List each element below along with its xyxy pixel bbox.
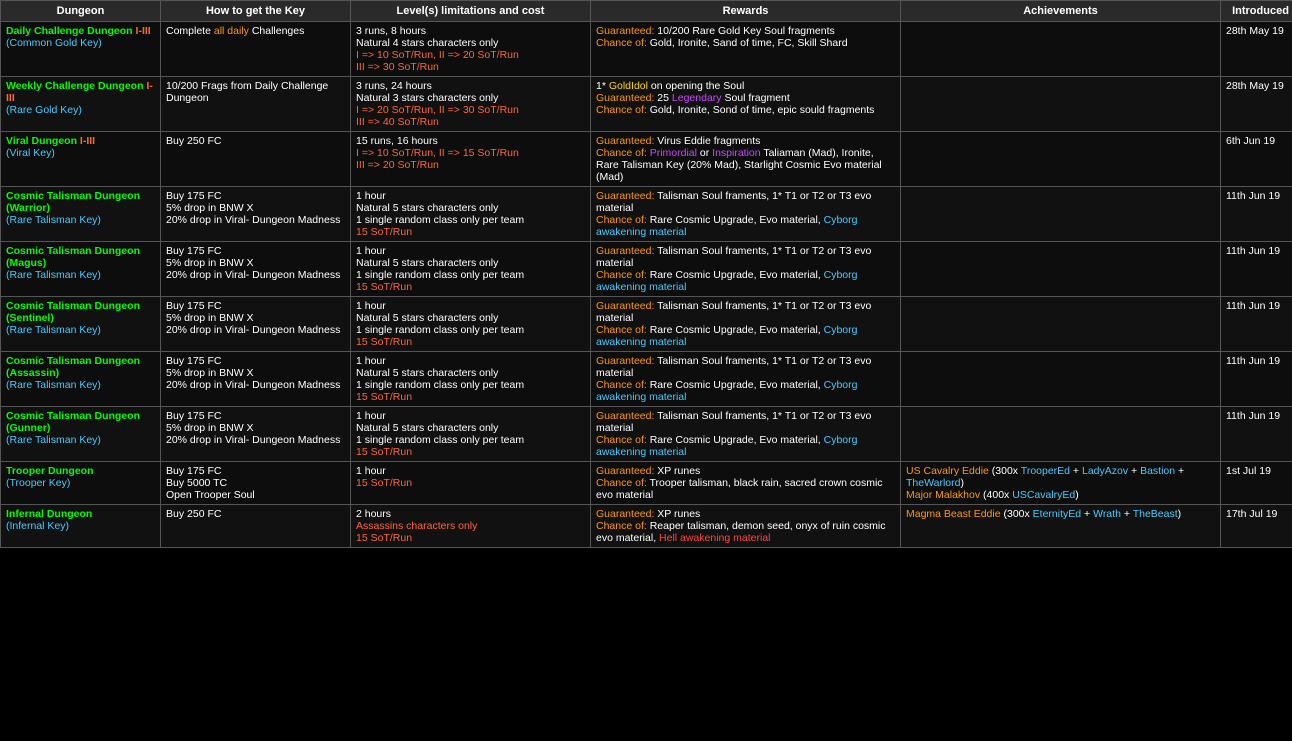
header-key: How to get the Key [161,1,351,22]
how-to-get-cell: 10/200 Frags from Daily Challenge Dungeo… [161,77,351,132]
table-row: Viral Dungeon I-III(Viral Key)Buy 250 FC… [1,132,1292,187]
header-achievements: Achievements [901,1,1221,22]
how-to-get-cell: Buy 175 FC5% drop in BNW X20% drop in Vi… [161,187,351,242]
introduced-cell: 28th May 19 [1221,77,1292,132]
how-to-get-cell: Buy 250 FC [161,132,351,187]
header-introduced: Introduced [1221,1,1292,22]
table-row: Weekly Challenge Dungeon I-III(Rare Gold… [1,77,1292,132]
dungeon-cell: Cosmic Talisman Dungeon (Warrior)(Rare T… [1,187,161,242]
how-to-get-cell: Buy 175 FC5% drop in BNW X20% drop in Vi… [161,297,351,352]
introduced-cell: 11th Jun 19 [1221,352,1292,407]
rewards-cell: Guaranteed: XP runesChance of: Reaper ta… [591,505,901,548]
dungeon-cell: Trooper Dungeon(Trooper Key) [1,462,161,505]
achievements-cell [901,407,1221,462]
rewards-cell: Guaranteed: Talisman Soul framents, 1* T… [591,407,901,462]
dungeon-table: Dungeon How to get the Key Level(s) limi… [0,0,1292,548]
table-row: Cosmic Talisman Dungeon (Gunner)(Rare Ta… [1,407,1292,462]
achievements-cell [901,132,1221,187]
dungeon-cell: Cosmic Talisman Dungeon (Assassin)(Rare … [1,352,161,407]
dungeon-cell: Viral Dungeon I-III(Viral Key) [1,132,161,187]
table-row: Trooper Dungeon(Trooper Key)Buy 175 FCBu… [1,462,1292,505]
introduced-cell: 11th Jun 19 [1221,187,1292,242]
levels-cell: 1 hourNatural 5 stars characters only1 s… [351,242,591,297]
rewards-cell: Guaranteed: Virus Eddie fragmentsChance … [591,132,901,187]
achievements-cell [901,187,1221,242]
rewards-cell: Guaranteed: Talisman Soul framents, 1* T… [591,187,901,242]
dungeon-cell: Weekly Challenge Dungeon I-III(Rare Gold… [1,77,161,132]
levels-cell: 1 hourNatural 5 stars characters only1 s… [351,407,591,462]
how-to-get-cell: Complete all daily Challenges [161,22,351,77]
levels-cell: 1 hourNatural 5 stars characters only1 s… [351,352,591,407]
how-to-get-cell: Buy 175 FC5% drop in BNW X20% drop in Vi… [161,407,351,462]
achievements-cell [901,242,1221,297]
dungeon-cell: Cosmic Talisman Dungeon (Magus)(Rare Tal… [1,242,161,297]
rewards-cell: Guaranteed: Talisman Soul framents, 1* T… [591,242,901,297]
introduced-cell: 11th Jun 19 [1221,407,1292,462]
header-levels: Level(s) limitations and cost [351,1,591,22]
levels-cell: 3 runs, 24 hoursNatural 3 stars characte… [351,77,591,132]
introduced-cell: 28th May 19 [1221,22,1292,77]
introduced-cell: 17th Jul 19 [1221,505,1292,548]
how-to-get-cell: Buy 175 FC5% drop in BNW X20% drop in Vi… [161,242,351,297]
introduced-cell: 6th Jun 19 [1221,132,1292,187]
dungeon-cell: Cosmic Talisman Dungeon (Gunner)(Rare Ta… [1,407,161,462]
how-to-get-cell: Buy 175 FCBuy 5000 TCOpen Trooper Soul [161,462,351,505]
how-to-get-cell: Buy 175 FC5% drop in BNW X20% drop in Vi… [161,352,351,407]
dungeon-cell: Daily Challenge Dungeon I-III(Common Gol… [1,22,161,77]
rewards-cell: Guaranteed: XP runesChance of: Trooper t… [591,462,901,505]
achievements-cell: Magma Beast Eddie (300x EternityEd + Wra… [901,505,1221,548]
introduced-cell: 11th Jun 19 [1221,297,1292,352]
rewards-cell: Guaranteed: Talisman Soul framents, 1* T… [591,297,901,352]
levels-cell: 1 hourNatural 5 stars characters only1 s… [351,297,591,352]
header-rewards: Rewards [591,1,901,22]
achievements-cell [901,297,1221,352]
achievements-cell: US Cavalry Eddie (300x TrooperEd + LadyA… [901,462,1221,505]
achievements-cell [901,352,1221,407]
rewards-cell: Guaranteed: Talisman Soul framents, 1* T… [591,352,901,407]
table-row: Daily Challenge Dungeon I-III(Common Gol… [1,22,1292,77]
introduced-cell: 11th Jun 19 [1221,242,1292,297]
achievements-cell [901,77,1221,132]
how-to-get-cell: Buy 250 FC [161,505,351,548]
dungeon-cell: Infernal Dungeon(Infernal Key) [1,505,161,548]
table-row: Cosmic Talisman Dungeon (Magus)(Rare Tal… [1,242,1292,297]
dungeon-cell: Cosmic Talisman Dungeon (Sentinel)(Rare … [1,297,161,352]
header-dungeon: Dungeon [1,1,161,22]
levels-cell: 15 runs, 16 hoursI => 10 SoT/Run, II => … [351,132,591,187]
table-row: Cosmic Talisman Dungeon (Warrior)(Rare T… [1,187,1292,242]
table-row: Cosmic Talisman Dungeon (Assassin)(Rare … [1,352,1292,407]
table-row: Cosmic Talisman Dungeon (Sentinel)(Rare … [1,297,1292,352]
levels-cell: 2 hoursAssassins characters only15 SoT/R… [351,505,591,548]
rewards-cell: Guaranteed: 10/200 Rare Gold Key Soul fr… [591,22,901,77]
table-row: Infernal Dungeon(Infernal Key)Buy 250 FC… [1,505,1292,548]
introduced-cell: 1st Jul 19 [1221,462,1292,505]
levels-cell: 1 hourNatural 5 stars characters only1 s… [351,187,591,242]
rewards-cell: 1* GoldIdol on opening the SoulGuarantee… [591,77,901,132]
achievements-cell [901,22,1221,77]
levels-cell: 3 runs, 8 hoursNatural 4 stars character… [351,22,591,77]
levels-cell: 1 hour15 SoT/Run [351,462,591,505]
